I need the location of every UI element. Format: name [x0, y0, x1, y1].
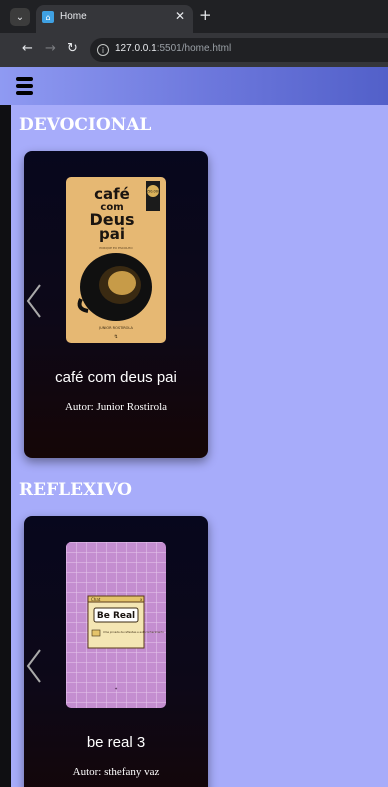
url-path: :5501/home.html [156, 43, 232, 54]
hamburger-menu-icon[interactable] [16, 77, 33, 96]
carousel-prev-icon[interactable] [24, 646, 46, 686]
book-card-devocional[interactable]: café com Deus pai 450.000 PORQUE EU ESCO… [24, 151, 208, 458]
cover-badge: 450.000 [146, 190, 160, 194]
tab-home[interactable]: ⌂ Home ✕ [36, 5, 193, 33]
cover-line4: pai [99, 225, 125, 243]
book-cover-cafe: café com Deus pai 450.000 PORQUE EU ESCO… [66, 177, 166, 343]
be-real-cover-art: Chat x Be Real Uma jornada de reflexões … [66, 542, 166, 708]
browser-toolbar: ← → ↻ i 127.0.0.1:5501/home.html [0, 33, 388, 67]
carousel-prev-icon[interactable] [24, 281, 46, 321]
section-title-devocional: DEVOCIONAL [19, 115, 152, 135]
url-host: 127.0.0.1 [115, 43, 157, 54]
book-card-reflexivo[interactable]: Chat x Be Real Uma jornada de reflexões … [24, 516, 208, 787]
book-title: café com deus pai [55, 369, 177, 386]
back-icon[interactable]: ← [22, 41, 33, 56]
cover-author: JUNIOR ROSTIROLA [98, 326, 133, 330]
cafe-cover-art: café com Deus pai 450.000 PORQUE EU ESCO… [66, 177, 166, 343]
browser-tabstrip: ⌄ ⌂ Home ✕ + [0, 0, 388, 33]
tab-title: Home [60, 11, 87, 22]
new-tab-icon[interactable]: + [199, 6, 212, 24]
forward-icon[interactable]: → [45, 41, 56, 56]
book-cover-be-real: Chat x Be Real Uma jornada de reflexões … [66, 542, 166, 708]
cover-window-title: Chat [91, 597, 101, 602]
tab-search-icon[interactable]: ⌄ [10, 8, 30, 26]
close-tab-icon[interactable]: ✕ [175, 9, 185, 23]
cover-line1: café [94, 185, 130, 203]
url-text: 127.0.0.1:5501/home.html [115, 43, 231, 54]
page: DEVOCIONAL café com Deus pai 450.000 POR… [0, 67, 388, 787]
book-author: Autor: sthefany vaz [72, 766, 160, 778]
reload-icon[interactable]: ↻ [67, 41, 78, 56]
home-favicon-icon: ⌂ [42, 11, 54, 23]
book-title: be real 3 [86, 734, 146, 751]
cover-subtitle: PORQUE EU ESCOLHO [99, 246, 133, 250]
left-edge-strip [0, 105, 11, 787]
cover-body: Uma jornada de reflexões e autoconhecime… [103, 630, 164, 634]
cover-headline: Be Real [97, 611, 135, 621]
site-info-icon[interactable]: i [97, 44, 109, 56]
section-title-reflexivo: REFLEXIVO [19, 480, 132, 500]
address-bar[interactable]: i 127.0.0.1:5501/home.html [90, 38, 388, 62]
svg-text:↯: ↯ [114, 334, 118, 340]
book-author: Autor: Junior Rostirola [64, 401, 168, 413]
page-header [0, 67, 388, 105]
